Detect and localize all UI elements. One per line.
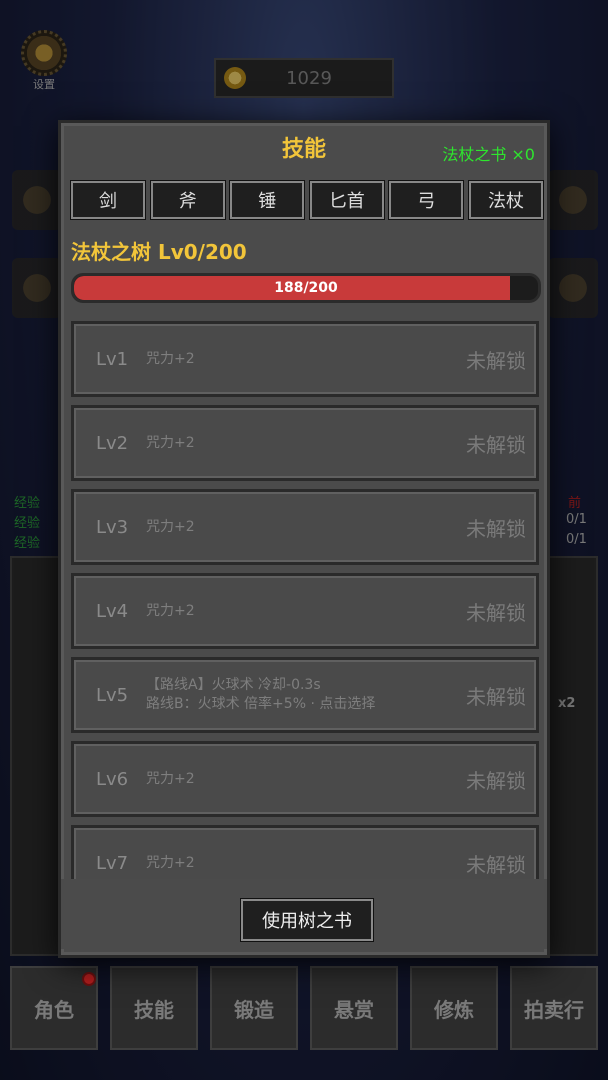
level-desc-line1: 咒力+2: [146, 434, 195, 451]
nav-training[interactable]: 修炼: [410, 966, 498, 1050]
nav-character[interactable]: 角色: [10, 966, 98, 1050]
nav-forge[interactable]: 锻造: [210, 966, 298, 1050]
level-desc: 咒力+2: [146, 408, 195, 478]
level-desc-line1: 咒力+2: [146, 770, 195, 787]
notification-dot: [82, 972, 96, 986]
level-desc-line1: 咒力+2: [146, 602, 195, 619]
level-row[interactable]: Lv6 咒力+2 未解锁: [71, 741, 539, 817]
level-status: 未解锁: [466, 432, 526, 457]
nav-auction[interactable]: 拍卖行: [510, 966, 598, 1050]
level-label: Lv4: [96, 600, 129, 622]
level-desc-line1: 【路线A】火球术 冷却-0.3s: [146, 677, 321, 693]
level-desc: 咒力+2: [146, 828, 195, 881]
level-desc-line1: 咒力+2: [146, 518, 195, 535]
level-status: 未解锁: [466, 852, 526, 877]
nav-label: 拍卖行: [524, 997, 584, 1022]
bottom-nav: 角色 技能 锻造 悬赏 修炼 拍卖行: [0, 966, 608, 1066]
tree-title: 法杖之树 Lv0/200: [71, 240, 247, 264]
tab-axe[interactable]: 斧: [149, 180, 226, 220]
level-desc-line1: 咒力+2: [146, 854, 195, 871]
book-count: 法杖之书 ×0: [442, 145, 535, 164]
level-label: Lv5: [96, 684, 129, 706]
level-list[interactable]: Lv1 咒力+2 未解锁 Lv2 咒力+2 未解锁 Lv3 咒力+2 未解锁 L…: [71, 321, 543, 881]
level-desc-line2: 路线B：火球术 倍率+5% · 点击选择: [146, 696, 376, 712]
level-label: Lv6: [96, 768, 129, 790]
level-status: 未解锁: [466, 768, 526, 793]
level-desc: 咒力+2: [146, 576, 195, 646]
nav-label: 锻造: [234, 997, 274, 1022]
level-row-route-choice[interactable]: Lv5 【路线A】火球术 冷却-0.3s 路线B：火球术 倍率+5% · 点击选…: [71, 657, 539, 733]
level-label: Lv3: [96, 516, 129, 538]
level-desc: 咒力+2: [146, 492, 195, 562]
nav-label: 角色: [34, 997, 74, 1022]
nav-label: 悬赏: [334, 997, 374, 1022]
level-status: 未解锁: [466, 348, 526, 373]
nav-label: 技能: [134, 997, 174, 1022]
level-label: Lv2: [96, 432, 129, 454]
tab-hammer[interactable]: 锤: [229, 180, 306, 220]
level-status: 未解锁: [466, 516, 526, 541]
level-status: 未解锁: [466, 684, 526, 709]
nav-skills[interactable]: 技能: [110, 966, 198, 1050]
level-status: 未解锁: [466, 600, 526, 625]
level-row[interactable]: Lv2 咒力+2 未解锁: [71, 405, 539, 481]
tab-dagger[interactable]: 匕首: [308, 180, 385, 220]
level-desc-line1: 咒力+2: [146, 350, 195, 367]
level-desc: 咒力+2: [146, 744, 195, 814]
level-row[interactable]: Lv4 咒力+2 未解锁: [71, 573, 539, 649]
nav-bounty[interactable]: 悬赏: [310, 966, 398, 1050]
level-label: Lv1: [96, 348, 129, 370]
level-row[interactable]: Lv1 咒力+2 未解锁: [71, 321, 539, 397]
level-label: Lv7: [96, 852, 129, 874]
tab-bow[interactable]: 弓: [388, 180, 465, 220]
skill-dialog: 技能 法杖之书 ×0 剑 斧 锤 匕首 弓 法杖 法杖之树 Lv0/200 18…: [58, 120, 550, 958]
level-desc: 【路线A】火球术 冷却-0.3s 路线B：火球术 倍率+5% · 点击选择: [146, 660, 375, 730]
nav-label: 修炼: [434, 997, 474, 1022]
weapon-tabs: 剑 斧 锤 匕首 弓 法杖: [70, 180, 544, 220]
tree-progress-bar: 188/200: [71, 273, 541, 303]
use-tree-book-button[interactable]: 使用树之书: [240, 898, 374, 942]
tab-staff[interactable]: 法杖: [467, 180, 544, 220]
level-desc: 咒力+2: [146, 324, 195, 394]
level-row[interactable]: Lv3 咒力+2 未解锁: [71, 489, 539, 565]
tab-sword[interactable]: 剑: [70, 180, 146, 220]
level-row[interactable]: Lv7 咒力+2 未解锁: [71, 825, 539, 881]
progress-text: 188/200: [274, 280, 338, 296]
